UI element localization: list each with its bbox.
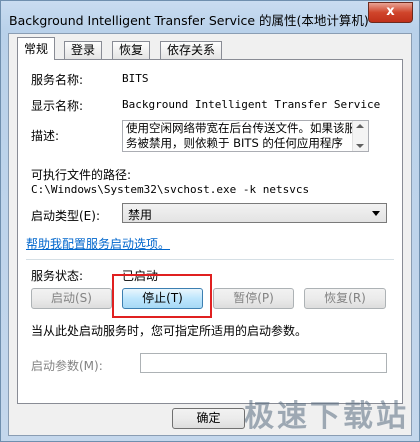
separator (26, 259, 394, 260)
startup-type-label: 启动类型(E): (31, 209, 100, 223)
params-label: 启动参数(M): (31, 359, 103, 373)
service-name-value: BITS (122, 72, 149, 85)
tab-general[interactable]: 常规 (17, 37, 56, 60)
exe-path-label: 可执行文件的路径: (31, 168, 132, 182)
help-config-link[interactable]: 帮助我配置服务启动选项。 (26, 235, 170, 252)
title-bar[interactable]: Background Intelligent Transfer Service … (1, 1, 419, 33)
resume-button[interactable]: 恢复(R) (304, 288, 386, 309)
general-panel: 服务名称: BITS 显示名称: Background Intelligent … (17, 59, 403, 404)
scroll-up-icon[interactable] (356, 124, 364, 128)
startup-type-value: 禁用 (128, 208, 153, 222)
startup-type-select[interactable]: 禁用 (122, 203, 387, 223)
display-name-value: Background Intelligent Transfer Service (122, 98, 381, 111)
tab-dependencies[interactable]: 依存关系 (160, 41, 223, 59)
properties-window: Background Intelligent Transfer Service … (0, 0, 420, 442)
status-label: 服务状态: (31, 269, 84, 283)
ok-button[interactable]: 确定 (172, 408, 245, 429)
close-button[interactable]: x (368, 2, 413, 23)
service-name-label: 服务名称: (31, 73, 84, 87)
tab-recovery[interactable]: 恢复 (112, 41, 151, 59)
pause-button[interactable]: 暂停(P) (213, 288, 294, 309)
watermark-logo: 极速下载站 (244, 399, 409, 434)
dialog-client: 常规 登录 恢复 依存关系 服务名称: BITS 显示名称: Backgroun… (8, 33, 412, 436)
description-scrollbar[interactable] (352, 121, 368, 151)
tab-logon[interactable]: 登录 (64, 41, 103, 59)
description-label: 描述: (31, 129, 60, 143)
params-input[interactable] (140, 353, 387, 373)
close-icon: x (386, 4, 395, 19)
window-title: Background Intelligent Transfer Service … (9, 13, 369, 28)
stop-highlight-box (112, 274, 212, 318)
description-text: 使用空闲网络带宽在后台传送文件。如果该服务被禁用，则依赖于 BITS 的任何应用… (126, 121, 356, 150)
description-box[interactable]: 使用空闲网络带宽在后台传送文件。如果该服务被禁用，则依赖于 BITS 的任何应用… (122, 120, 369, 152)
scroll-down-icon[interactable] (356, 144, 364, 148)
params-hint: 当从此处启动服务时，您可指定所适用的启动参数。 (31, 324, 308, 338)
chevron-down-icon (372, 211, 380, 216)
start-button[interactable]: 启动(S) (31, 288, 112, 309)
display-name-label: 显示名称: (31, 99, 84, 113)
exe-path-value: C:\Windows\System32\svchost.exe -k netsv… (31, 183, 310, 196)
